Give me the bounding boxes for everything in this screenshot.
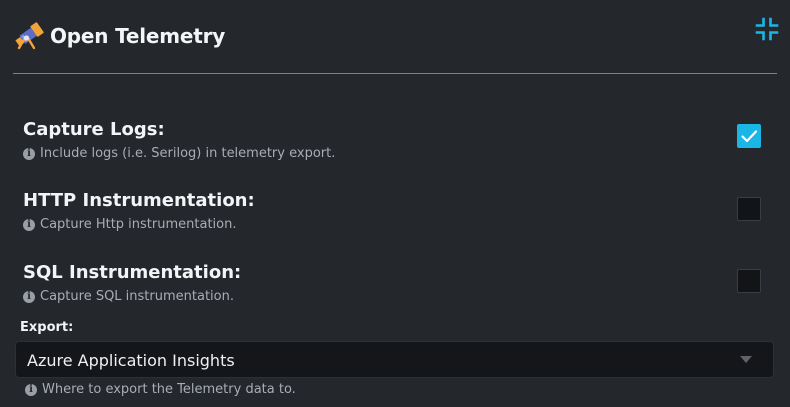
setting-help-text: Capture SQL instrumentation. bbox=[40, 289, 234, 304]
setting-help-text: Capture Http instrumentation. bbox=[40, 217, 237, 232]
setting-label: SQL Instrumentation: bbox=[23, 262, 242, 283]
export-label: Export: bbox=[20, 320, 74, 335]
export-help: i Where to export the Telemetry data to. bbox=[25, 382, 296, 397]
telescope-icon bbox=[15, 22, 44, 50]
export-help-text: Where to export the Telemetry data to. bbox=[42, 382, 296, 397]
http-instrumentation-checkbox[interactable] bbox=[737, 197, 761, 221]
setting-sql-instrumentation: SQL Instrumentation: i Capture SQL instr… bbox=[0, 262, 790, 322]
setting-http-instrumentation: HTTP Instrumentation: i Capture Http ins… bbox=[0, 190, 790, 250]
page-title: Open Telemetry bbox=[50, 24, 226, 48]
collapse-icon[interactable] bbox=[754, 16, 780, 42]
setting-help: i Capture Http instrumentation. bbox=[23, 217, 236, 232]
header-divider bbox=[13, 73, 777, 74]
setting-capture-logs: Capture Logs: i Include logs (i.e. Seril… bbox=[0, 119, 790, 179]
info-icon: i bbox=[25, 383, 37, 396]
setting-help: i Capture SQL instrumentation. bbox=[23, 289, 234, 304]
checkmark-icon bbox=[741, 130, 758, 143]
setting-help-text: Include logs (i.e. Serilog) in telemetry… bbox=[40, 146, 336, 161]
capture-logs-checkbox[interactable] bbox=[737, 124, 761, 148]
info-icon: i bbox=[23, 218, 35, 231]
panel-header: Open Telemetry bbox=[0, 0, 790, 72]
info-icon: i bbox=[23, 290, 35, 303]
export-select[interactable]: Azure Application Insights bbox=[15, 341, 774, 378]
chevron-down-icon bbox=[740, 356, 752, 363]
sql-instrumentation-checkbox[interactable] bbox=[737, 269, 761, 293]
setting-label: Capture Logs: bbox=[23, 119, 165, 140]
info-icon: i bbox=[23, 147, 35, 160]
export-select-value: Azure Application Insights bbox=[27, 351, 235, 370]
setting-label: HTTP Instrumentation: bbox=[23, 190, 255, 211]
setting-help: i Include logs (i.e. Serilog) in telemet… bbox=[23, 146, 335, 161]
